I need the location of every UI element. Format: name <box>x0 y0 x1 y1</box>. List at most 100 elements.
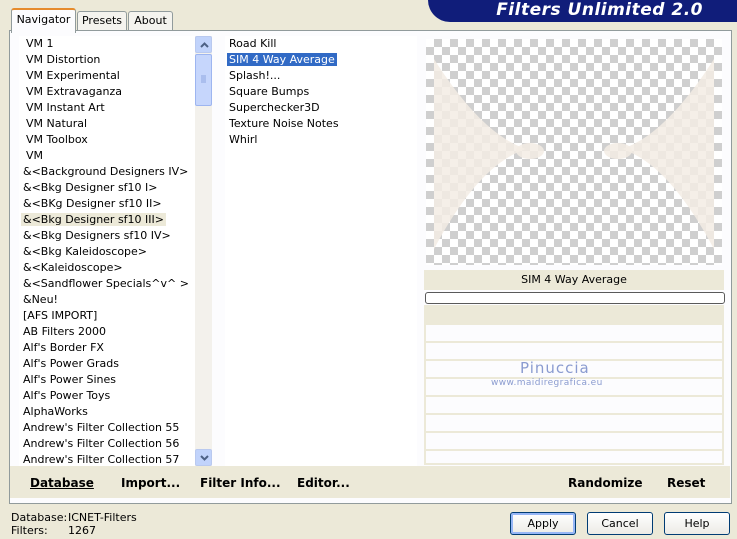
filters-count-label: Filters: <box>11 524 48 537</box>
list-item[interactable]: Alf's Border FX <box>19 340 195 356</box>
tab-presets[interactable]: Presets <box>77 11 127 31</box>
list-item-label: VM Experimental <box>26 69 120 82</box>
scroll-up-button[interactable] <box>195 36 212 53</box>
list-item[interactable]: Alf's Power Sines <box>19 372 195 388</box>
editor-button[interactable]: Editor... <box>297 476 350 490</box>
filter-list[interactable]: Road Kill SIM 4 Way Average Splash!... Squa… <box>225 36 417 466</box>
list-item-label: SIM 4 Way Average <box>227 53 337 66</box>
list-item-label: Superchecker3D <box>229 101 320 114</box>
watermark-url: www.maidiregrafica.eu <box>491 378 603 388</box>
list-item[interactable]: [AFS IMPORT] <box>19 308 195 324</box>
database-status-label: Database: <box>11 511 68 524</box>
randomize-button[interactable]: Randomize <box>568 476 642 490</box>
category-scrollbar[interactable] <box>195 36 212 466</box>
preview-artwork <box>434 59 714 249</box>
grip-icon <box>201 75 206 83</box>
list-item[interactable]: &<Background Designers IV> <box>19 164 195 180</box>
list-item-label: VM Distortion <box>26 53 101 66</box>
list-item-label: Alf's Power Sines <box>23 373 116 386</box>
chevron-down-icon <box>200 455 209 461</box>
list-item-label: VM <box>26 149 44 162</box>
list-item[interactable]: VM 1 <box>19 36 195 52</box>
preview-image <box>426 39 722 265</box>
list-item-label: VM Extravaganza <box>26 85 123 98</box>
apply-button[interactable]: Apply <box>510 512 576 535</box>
list-item[interactable]: Alf's Power Grads <box>19 356 195 372</box>
list-item[interactable]: VM Experimental <box>19 68 195 84</box>
list-item-label: &<Sandflower Specials^v^ > <box>23 277 189 290</box>
list-item-label: &<Bkg Kaleidoscope> <box>23 245 148 258</box>
list-item[interactable]: VM Toolbox <box>19 132 195 148</box>
list-item[interactable]: Square Bumps <box>225 84 417 100</box>
list-item-label: Texture Noise Notes <box>229 117 339 130</box>
list-item-label: Splash!... <box>229 69 281 82</box>
list-item-label: VM Instant Art <box>26 101 105 114</box>
list-item-label: &<Bkg Designer sf10 I> <box>23 181 158 194</box>
list-item[interactable]: Road Kill <box>225 36 417 52</box>
filters-count-value: 1267 <box>68 524 96 537</box>
list-item[interactable]: VM Distortion <box>19 52 195 68</box>
list-item[interactable]: &<Bkg Designer sf10 I> <box>19 180 195 196</box>
database-label: Database <box>30 476 94 490</box>
app-title-banner: Filters Unlimited 2.0 <box>428 0 737 22</box>
list-item-label: Alf's Border FX <box>23 341 104 354</box>
list-item-label: &Neu! <box>23 293 58 306</box>
list-item-label: Square Bumps <box>229 85 310 98</box>
list-item-label: AB Filters 2000 <box>23 325 107 338</box>
list-item[interactable]: VM Instant Art <box>19 100 195 116</box>
list-item-label: AlphaWorks <box>23 405 88 418</box>
watermark-name: Pinuccia <box>520 359 590 377</box>
scrollbar-thumb[interactable] <box>195 54 212 106</box>
list-item[interactable]: Splash!... <box>225 68 417 84</box>
list-item[interactable]: Texture Noise Notes <box>225 116 417 132</box>
list-item-label: Alf's Power Grads <box>23 357 119 370</box>
scroll-down-button[interactable] <box>195 449 212 466</box>
list-item[interactable]: &<Kaleidoscope> <box>19 260 195 276</box>
list-item-label: [AFS IMPORT] <box>23 309 98 322</box>
list-item-label: &<Bkg Designer sf10 III> <box>21 213 167 226</box>
list-item[interactable]: SIM 4 Way Average <box>225 52 417 68</box>
list-item[interactable]: AB Filters 2000 <box>19 324 195 340</box>
filter-info-button[interactable]: Filter Info... <box>200 476 281 490</box>
list-item[interactable]: AlphaWorks <box>19 404 195 420</box>
cancel-button[interactable]: Cancel <box>587 512 653 535</box>
list-item-label: &<BKg Designer sf10 II> <box>23 197 162 210</box>
list-item-label: &<Background Designers IV> <box>23 165 189 178</box>
import-button[interactable]: Import... <box>121 476 180 490</box>
category-list[interactable]: VM 1 VM Distortion VM Experimental VM Extra… <box>19 36 195 466</box>
selected-filter-name: SIM 4 Way Average <box>424 270 724 290</box>
help-button[interactable]: Help <box>664 512 730 535</box>
list-item-label: VM Toolbox <box>26 133 88 146</box>
app-title: Filters Unlimited 2.0 <box>496 0 703 20</box>
list-item[interactable]: Alf's Power Toys <box>19 388 195 404</box>
database-status-value: ICNET-Filters <box>68 511 137 524</box>
list-item[interactable]: &<Bkg Designers sf10 IV> <box>19 228 195 244</box>
list-item[interactable]: Whirl <box>225 132 417 148</box>
list-item-label: VM Natural <box>26 117 88 130</box>
reset-button[interactable]: Reset <box>667 476 705 490</box>
list-item-label: VM 1 <box>26 37 54 50</box>
list-item[interactable]: &<Bkg Kaleidoscope> <box>19 244 195 260</box>
tab-about[interactable]: About <box>128 11 173 31</box>
list-item[interactable]: Andrew's Filter Collection 57 <box>19 452 195 466</box>
list-item[interactable]: VM Extravaganza <box>19 84 195 100</box>
chevron-up-icon <box>200 42 209 48</box>
list-item[interactable]: &<BKg Designer sf10 II> <box>19 196 195 212</box>
list-item-label: Alf's Power Toys <box>23 389 111 402</box>
list-item[interactable]: Andrew's Filter Collection 55 <box>19 420 195 436</box>
list-item-label: Andrew's Filter Collection 56 <box>23 437 180 450</box>
list-item-label: Andrew's Filter Collection 57 <box>23 453 180 466</box>
list-item-label: Whirl <box>229 133 258 146</box>
list-item[interactable]: &Neu! <box>19 292 195 308</box>
progress-bar <box>425 292 725 304</box>
list-item[interactable]: &<Bkg Designer sf10 III> <box>19 212 195 228</box>
list-item[interactable]: Superchecker3D <box>225 100 417 116</box>
list-item-label: &<Kaleidoscope> <box>23 261 123 274</box>
database-button[interactable]: Database <box>30 476 94 490</box>
list-item[interactable]: &<Sandflower Specials^v^ > <box>19 276 195 292</box>
tab-navigator[interactable]: Navigator <box>11 8 76 33</box>
list-item[interactable]: VM <box>19 148 195 164</box>
list-item[interactable]: VM Natural <box>19 116 195 132</box>
list-item-label: &<Bkg Designers sf10 IV> <box>23 229 171 242</box>
list-item[interactable]: Andrew's Filter Collection 56 <box>19 436 195 452</box>
